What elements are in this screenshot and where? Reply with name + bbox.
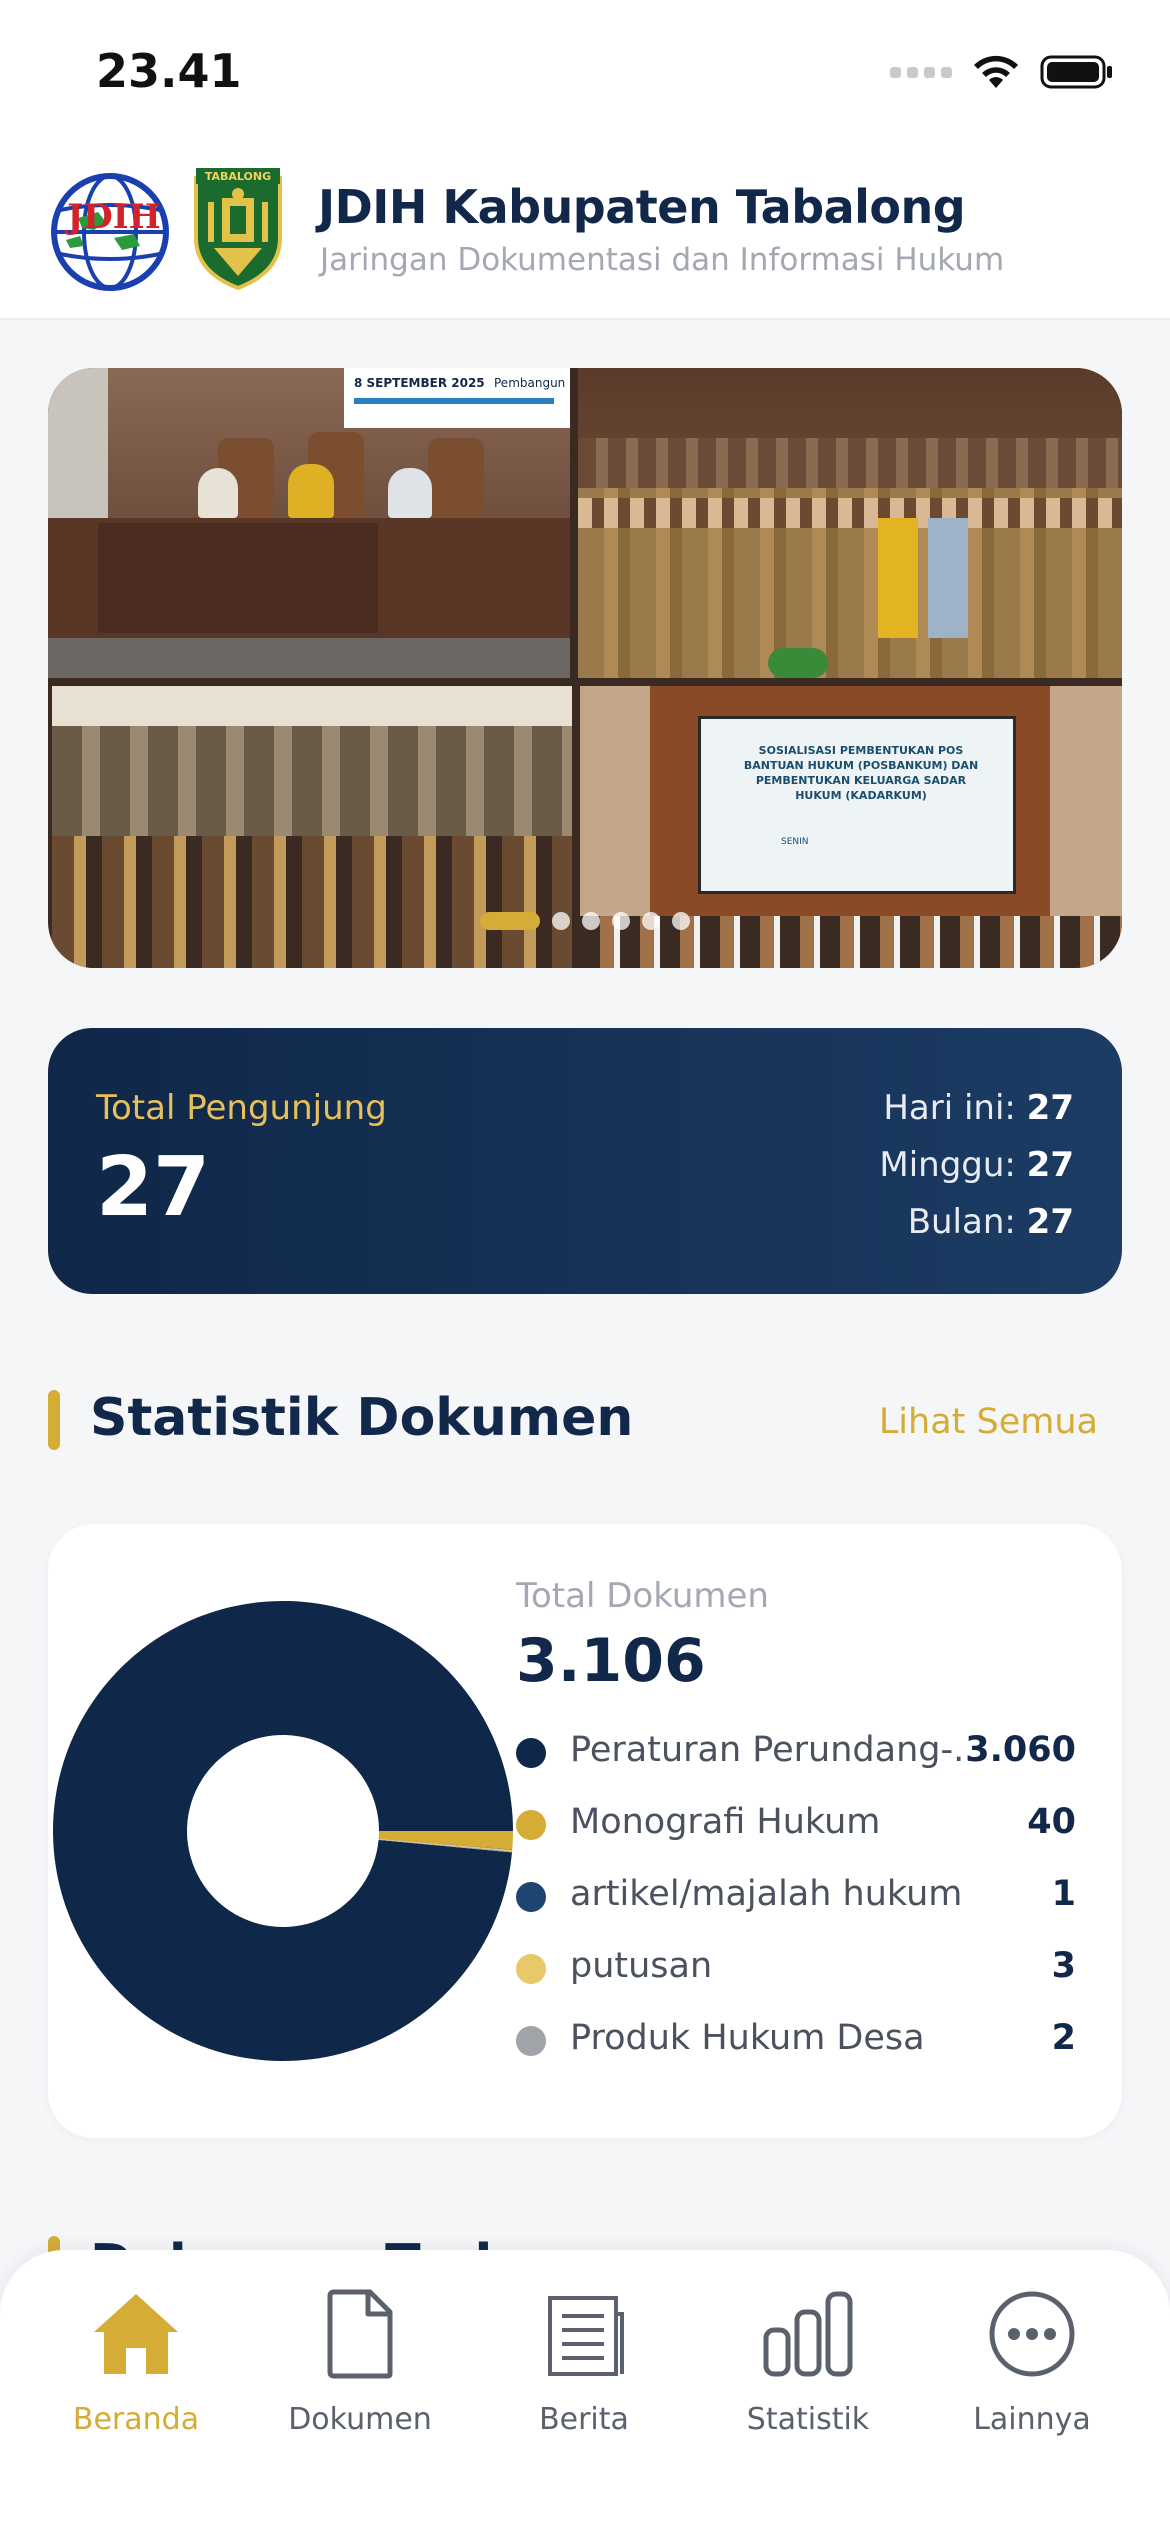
cellular-signal-icon bbox=[890, 66, 952, 78]
status-icons bbox=[890, 52, 1114, 92]
jdih-logo: JDIH bbox=[51, 173, 169, 291]
legend-count: 3.060 bbox=[965, 1730, 1076, 1770]
visitors-week: Minggu: 27 bbox=[879, 1145, 1074, 1185]
bar-chart-icon bbox=[763, 2291, 853, 2377]
tabalong-logo: TABALONG bbox=[194, 168, 282, 290]
banner-carousel[interactable]: 8 SEPTEMBER 2025 Pembangun SOSIALISASI P… bbox=[48, 368, 1122, 968]
legend-dot bbox=[516, 2026, 546, 2056]
legend-count: 2 bbox=[1051, 2018, 1076, 2058]
nav-label-news: Berita bbox=[539, 2402, 629, 2437]
legend-name: Peraturan Perundang-... bbox=[570, 1730, 970, 1770]
nav-label-home: Beranda bbox=[72, 2402, 200, 2437]
visitors-card: Total Pengunjung 27 Hari ini: 27 Minggu:… bbox=[48, 1028, 1122, 1294]
document-icon bbox=[327, 2289, 393, 2379]
chart-legend: Peraturan Perundang-... 3.060 Monografi … bbox=[516, 1726, 1076, 2086]
carousel-dot[interactable] bbox=[612, 912, 630, 930]
banner-photo-meeting: 8 SEPTEMBER 2025 Pembangun bbox=[48, 368, 570, 678]
carousel-dot-active[interactable] bbox=[480, 912, 540, 930]
app-header: JDIH TABALONG JDIH Kabupaten Tabalong Ja… bbox=[0, 150, 1170, 320]
legend-name: putusan bbox=[570, 1946, 713, 1986]
battery-icon bbox=[1040, 55, 1112, 89]
status-time: 23.41 bbox=[96, 44, 242, 98]
legend-dot bbox=[516, 1882, 546, 1912]
banner-poster-top: Pembangun bbox=[494, 376, 566, 390]
nav-item-stats[interactable]: Statistik bbox=[708, 2286, 908, 2437]
visitors-month: Bulan: 27 bbox=[907, 1202, 1074, 1242]
legend-dot bbox=[516, 1738, 546, 1768]
document-stats-card[interactable]: Total Dokumen 3.106 Peraturan Perundang-… bbox=[48, 1524, 1122, 2138]
more-icon bbox=[989, 2291, 1075, 2377]
bottom-navigation: Beranda Dokumen Berita Statistik Lainnya bbox=[0, 2250, 1170, 2532]
banner-poster-title: SOSIALISASI PEMBENTUKAN POS BANTUAN HUKU… bbox=[743, 744, 979, 802]
see-all-link[interactable]: Lihat Semua bbox=[879, 1402, 1098, 1442]
nav-item-more[interactable]: Lainnya bbox=[932, 2286, 1132, 2437]
home-icon bbox=[94, 2294, 178, 2374]
total-documents-value: 3.106 bbox=[516, 1626, 706, 1696]
section-title-stats: Statistik Dokumen bbox=[90, 1388, 634, 1448]
visitors-breakdown: Hari ini: 27 Minggu: 27 Bulan: 27 bbox=[879, 1080, 1074, 1251]
legend-name: Monografi Hukum bbox=[570, 1802, 881, 1842]
document-donut-chart bbox=[52, 1601, 514, 2062]
legend-item: Produk Hukum Desa 2 bbox=[516, 2014, 1076, 2086]
banner-photo-group bbox=[578, 368, 1122, 678]
legend-item: Peraturan Perundang-... 3.060 bbox=[516, 1726, 1076, 1798]
carousel-indicator[interactable] bbox=[480, 912, 690, 930]
legend-item: artikel/majalah hukum 1 bbox=[516, 1870, 1076, 1942]
app-title: JDIH Kabupaten Tabalong bbox=[318, 180, 966, 234]
legend-name: Produk Hukum Desa bbox=[570, 2018, 925, 2058]
nav-label-more: Lainnya bbox=[973, 2402, 1091, 2437]
visitors-label: Total Pengunjung bbox=[96, 1088, 387, 1128]
banner-poster-date: 8 SEPTEMBER 2025 bbox=[354, 376, 485, 390]
app-subtitle: Jaringan Dokumentasi dan Informasi Hukum bbox=[320, 242, 1005, 278]
legend-name: artikel/majalah hukum bbox=[570, 1874, 963, 1914]
wifi-icon bbox=[974, 55, 1018, 88]
svg-text:JDIH: JDIH bbox=[64, 197, 161, 237]
svg-text:TABALONG: TABALONG bbox=[205, 170, 271, 183]
nav-label-documents: Dokumen bbox=[288, 2402, 432, 2437]
nav-label-stats: Statistik bbox=[746, 2402, 870, 2437]
nav-item-documents[interactable]: Dokumen bbox=[260, 2286, 460, 2437]
carousel-dot[interactable] bbox=[552, 912, 570, 930]
legend-item: Monografi Hukum 40 bbox=[516, 1798, 1076, 1870]
carousel-dot[interactable] bbox=[642, 912, 660, 930]
carousel-dot[interactable] bbox=[582, 912, 600, 930]
status-bar: 23.41 bbox=[0, 0, 1170, 150]
visitors-today: Hari ini: 27 bbox=[883, 1088, 1074, 1128]
legend-count: 1 bbox=[1051, 1874, 1076, 1914]
legend-dot bbox=[516, 1810, 546, 1840]
newspaper-icon bbox=[548, 2296, 624, 2376]
carousel-dot[interactable] bbox=[672, 912, 690, 930]
legend-dot bbox=[516, 1954, 546, 1984]
nav-item-home[interactable]: Beranda bbox=[36, 2286, 236, 2437]
section-accent-bar bbox=[48, 1390, 60, 1450]
legend-count: 40 bbox=[1027, 1802, 1076, 1842]
legend-count: 3 bbox=[1051, 1946, 1076, 1986]
total-documents-label: Total Dokumen bbox=[516, 1576, 769, 1616]
visitors-total: 27 bbox=[96, 1140, 211, 1235]
nav-item-news[interactable]: Berita bbox=[484, 2286, 684, 2437]
legend-item: putusan 3 bbox=[516, 1942, 1076, 2014]
